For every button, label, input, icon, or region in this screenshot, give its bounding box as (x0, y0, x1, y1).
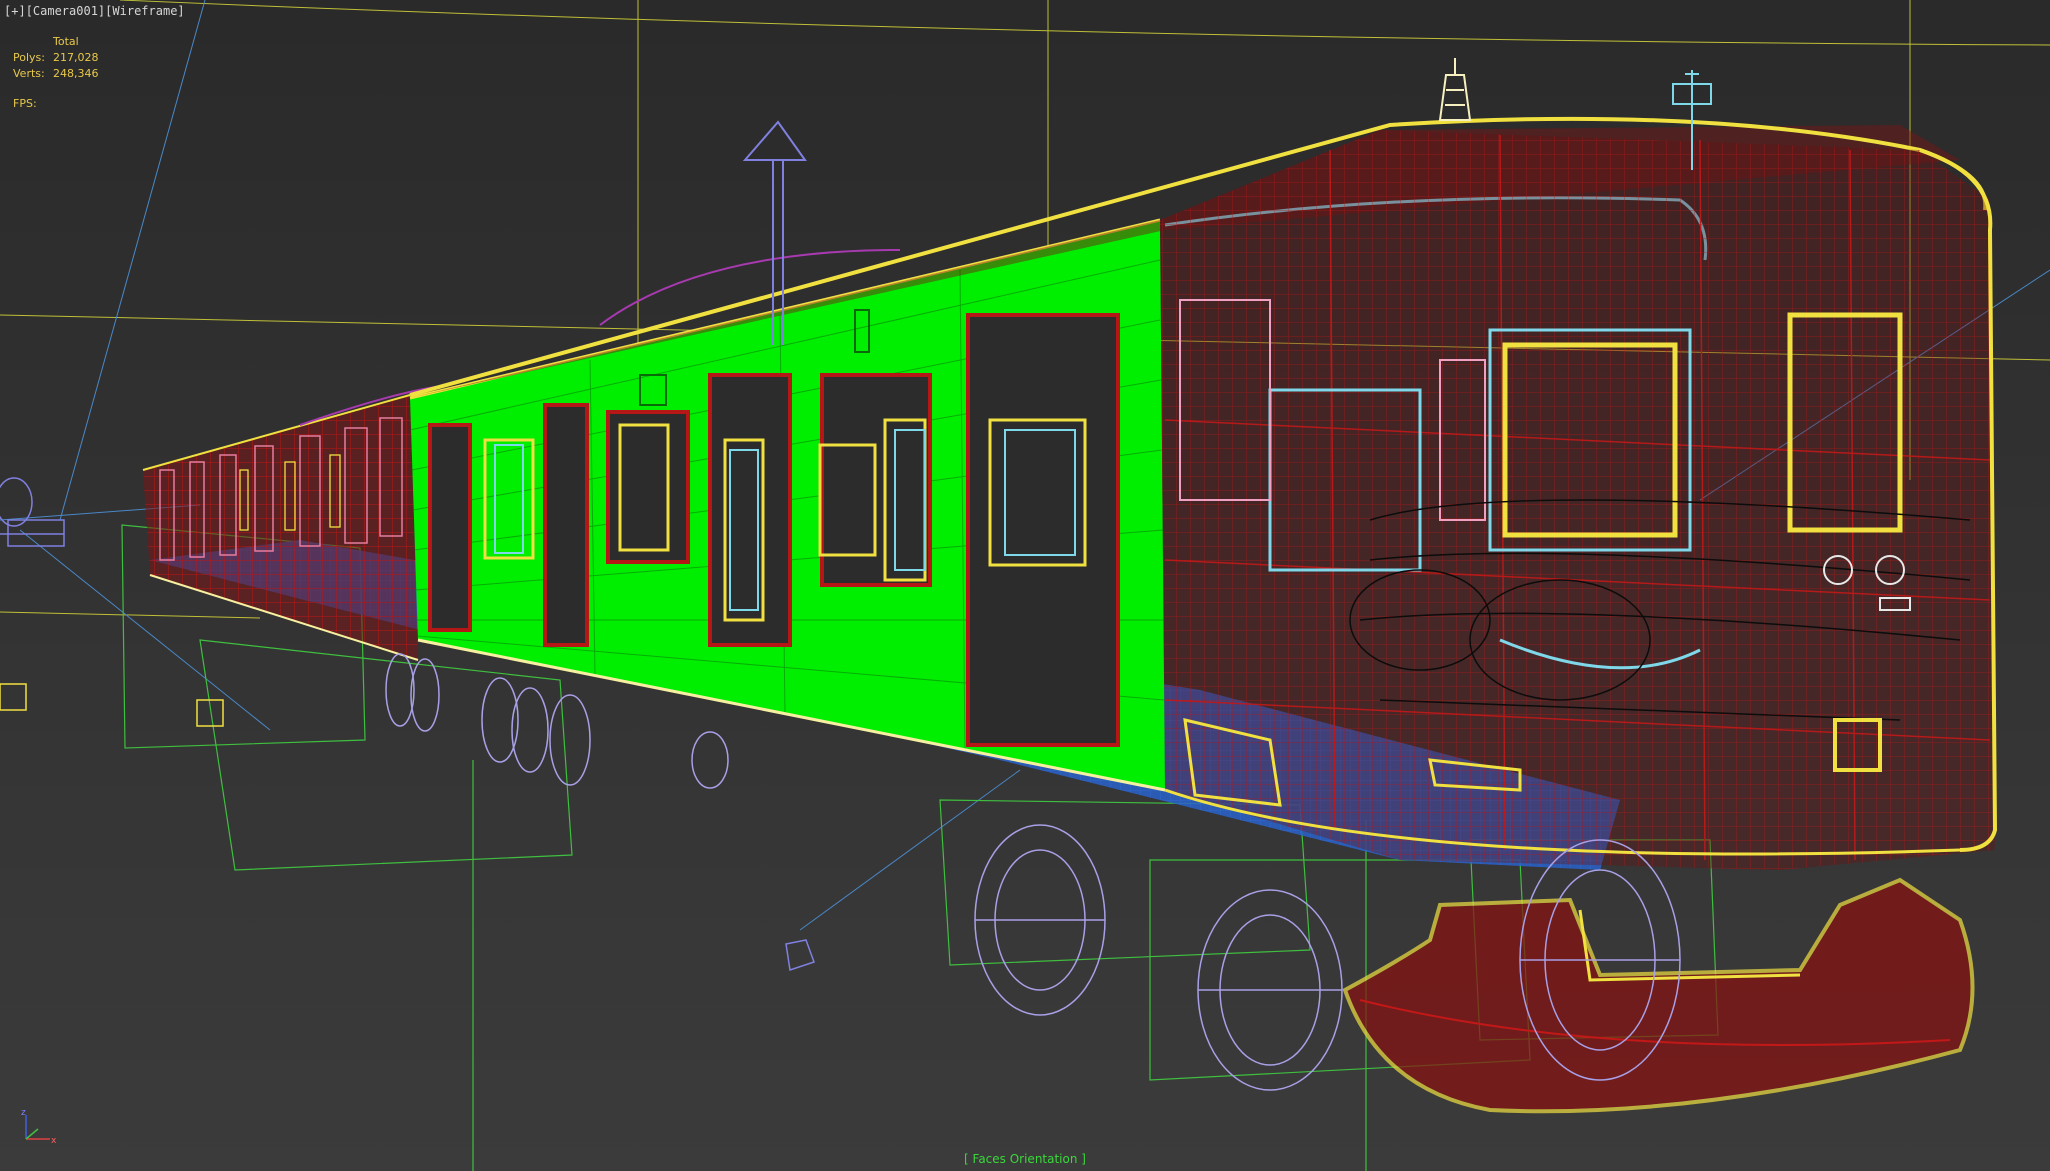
stats-verts-label: Verts: (13, 67, 45, 80)
viewport-label[interactable]: [+][Camera001][Wireframe] (4, 4, 185, 18)
viewport-statistics: Total Polys: 217,028 Verts: 248,346 FPS: (13, 34, 99, 112)
axis-z-label: z (21, 1108, 26, 1118)
axis-tripod-icon: z x (21, 1108, 57, 1146)
stats-polys-row: Polys: 217,028 (13, 50, 99, 66)
3d-viewport[interactable]: [+][Camera001][Wireframe] Total Polys: 2… (0, 0, 2050, 1171)
viewport-menu-button[interactable]: [+] (4, 4, 26, 18)
viewport-camera-selector[interactable]: [Camera001] (26, 4, 105, 18)
viewport-shading-selector[interactable]: [Wireframe] (105, 4, 184, 18)
axis-x-label: x (51, 1136, 57, 1146)
stats-fps-label: FPS: (13, 97, 37, 110)
stats-polys-value: 217,028 (53, 51, 99, 64)
scene-render[interactable] (0, 0, 2050, 1171)
faces-orientation-label: [ Faces Orientation ] (964, 1152, 1086, 1166)
stats-header: Total (53, 35, 79, 48)
stats-polys-label: Polys: (13, 51, 45, 64)
stats-verts-row: Verts: 248,346 (13, 66, 99, 82)
stats-verts-value: 248,346 (53, 67, 99, 80)
front-end (1160, 130, 1998, 870)
